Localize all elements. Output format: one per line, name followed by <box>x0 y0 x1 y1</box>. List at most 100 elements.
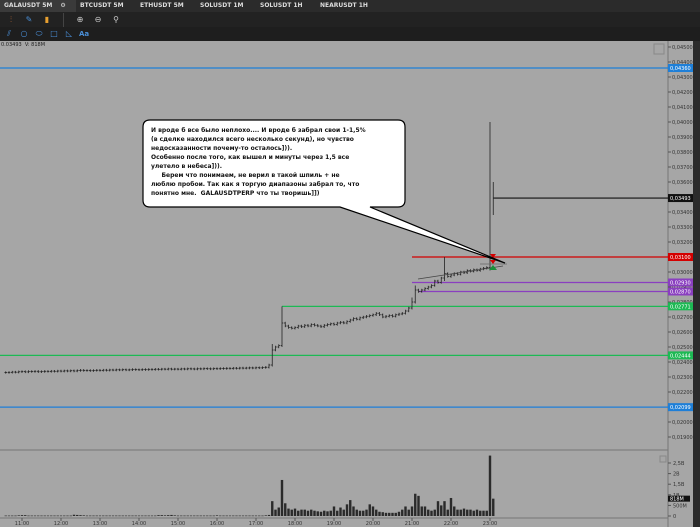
volume-bar <box>280 479 284 516</box>
price-tick-label: 0,04000 <box>672 120 693 126</box>
volume-bar <box>37 515 40 517</box>
tab-galausdt-5m[interactable]: GALAUSDT 5M ⚙ <box>0 0 76 12</box>
volume-bar <box>14 515 17 517</box>
triangle-icon[interactable]: ◺ <box>64 27 74 41</box>
volume-bar <box>297 510 300 516</box>
volume-bar <box>391 512 394 516</box>
volume-bar <box>160 515 163 516</box>
volume-bar <box>209 515 212 517</box>
tab-ethusdt-5m[interactable]: ETHUSDT 5M <box>136 0 196 12</box>
volume-bar <box>85 515 89 517</box>
level-price-label: 0,02444 <box>670 353 691 359</box>
volume-bar <box>287 508 290 516</box>
volume-bar <box>371 506 375 516</box>
price-tick-label: 0,02500 <box>672 345 693 351</box>
circle-icon[interactable]: ○ <box>19 27 29 41</box>
volume-bar <box>222 515 225 517</box>
search-icon[interactable]: ⚲ <box>111 13 121 27</box>
volume-bar <box>459 509 462 516</box>
volume-bar <box>20 515 24 516</box>
volume-bar <box>300 509 303 516</box>
price-chart[interactable]: 0,045000,044000,043000,042000,041000,040… <box>0 0 700 527</box>
volume-bar <box>66 515 69 517</box>
volume-bar <box>264 515 267 516</box>
zoom-in-icon[interactable]: ⊕ <box>75 13 85 27</box>
volume-bar <box>50 515 53 517</box>
volume-bar <box>137 515 141 517</box>
time-tick-label: 21:00 <box>405 521 419 527</box>
callout-text: И вроде б все было неплохо.... И вроде б… <box>151 127 366 197</box>
tab-btcusdt-5m[interactable]: BTCUSDT 5M <box>76 0 136 12</box>
zoom-out-icon[interactable]: ⊖ <box>93 13 103 27</box>
volume-bar <box>329 510 332 516</box>
level-price-label: 0,04360 <box>670 66 691 72</box>
volume-bar <box>284 503 287 516</box>
volume-bar <box>349 500 352 516</box>
price-tick-label: 0,04300 <box>672 75 693 81</box>
volume-bar <box>183 515 186 517</box>
volume-bar <box>303 509 306 516</box>
volume-bar <box>72 514 76 516</box>
price-tick-label: 0,03000 <box>672 270 693 276</box>
volume-bar <box>154 515 157 517</box>
volume-bar <box>388 512 391 516</box>
ohlc-info: 0.03493 V: 818M <box>1 42 45 48</box>
tab-nearusdt-1h[interactable]: NEARUSDT 1H <box>316 0 376 12</box>
price-tick-label: 0,02300 <box>672 375 693 381</box>
volume-bar <box>59 515 63 517</box>
volume-bar <box>53 515 56 517</box>
volume-current-label: 818M <box>670 497 684 503</box>
volume-bar <box>453 506 456 516</box>
volume-bar <box>368 504 371 516</box>
volume-bar <box>167 515 170 516</box>
time-tick-label: 11:00 <box>15 521 29 527</box>
price-tick-label: 0,04500 <box>672 45 693 51</box>
ellipse-icon[interactable]: ⬭ <box>34 27 44 41</box>
drawing-toolbar: ⫽ ○ ⬭ □ ◺ Aa <box>0 27 700 41</box>
price-tick-label: 0,03900 <box>672 135 693 141</box>
level-price-label: 0,02930 <box>670 281 691 287</box>
price-tick-label: 0,02000 <box>672 420 693 426</box>
text-icon[interactable]: Aa <box>79 27 89 41</box>
level-price-label: 0,03493 <box>670 196 691 202</box>
volume-bar <box>40 515 43 517</box>
level-price-label: 0,03100 <box>670 255 691 261</box>
volume-bar <box>17 515 20 516</box>
volume-bar <box>466 509 469 516</box>
volume-bar <box>108 515 111 517</box>
volume-bar <box>345 504 349 516</box>
volume-bar <box>475 509 479 516</box>
volume-bar <box>440 505 443 516</box>
volume-bar <box>212 515 215 517</box>
right-scrollbar[interactable] <box>693 41 700 527</box>
bars-icon[interactable]: ▮ <box>42 13 52 27</box>
tab-solusdt-1h[interactable]: SOLUSDT 1H <box>256 0 316 12</box>
volume-bar <box>56 515 59 517</box>
level-price-label: 0,02870 <box>670 290 691 296</box>
time-tick-label: 12:00 <box>54 521 68 527</box>
volume-bar <box>102 515 105 517</box>
time-tick-label: 15:00 <box>171 521 185 527</box>
volume-bar <box>326 511 329 516</box>
volume-bar <box>462 508 466 516</box>
tab-solusdt-1m[interactable]: SOLUSDT 1M <box>196 0 256 12</box>
volume-bar <box>378 511 381 516</box>
volume-bar <box>323 510 326 516</box>
brush-icon[interactable]: ✎ <box>24 13 34 27</box>
time-tick-label: 20:00 <box>366 521 380 527</box>
gear-icon[interactable]: ⚙ <box>60 0 65 12</box>
volume-bar <box>469 509 472 516</box>
parallel-lines-icon[interactable]: ⫽ <box>4 27 14 41</box>
volume-bar <box>381 512 384 516</box>
price-tick-label: 0,02400 <box>672 360 693 366</box>
volume-bar <box>163 515 167 516</box>
volume-bar <box>414 493 417 516</box>
volume-bar <box>63 515 66 517</box>
volume-bar <box>27 515 30 517</box>
volume-bar <box>235 515 238 517</box>
indicators-icon[interactable]: ⫶ <box>6 13 16 27</box>
rectangle-icon[interactable]: □ <box>49 27 59 41</box>
symbol-tabs: GALAUSDT 5M ⚙ BTCUSDT 5M ETHUSDT 5M SOLUS… <box>0 0 700 12</box>
volume-bar <box>485 510 488 516</box>
time-tick-label: 23:00 <box>483 521 497 527</box>
